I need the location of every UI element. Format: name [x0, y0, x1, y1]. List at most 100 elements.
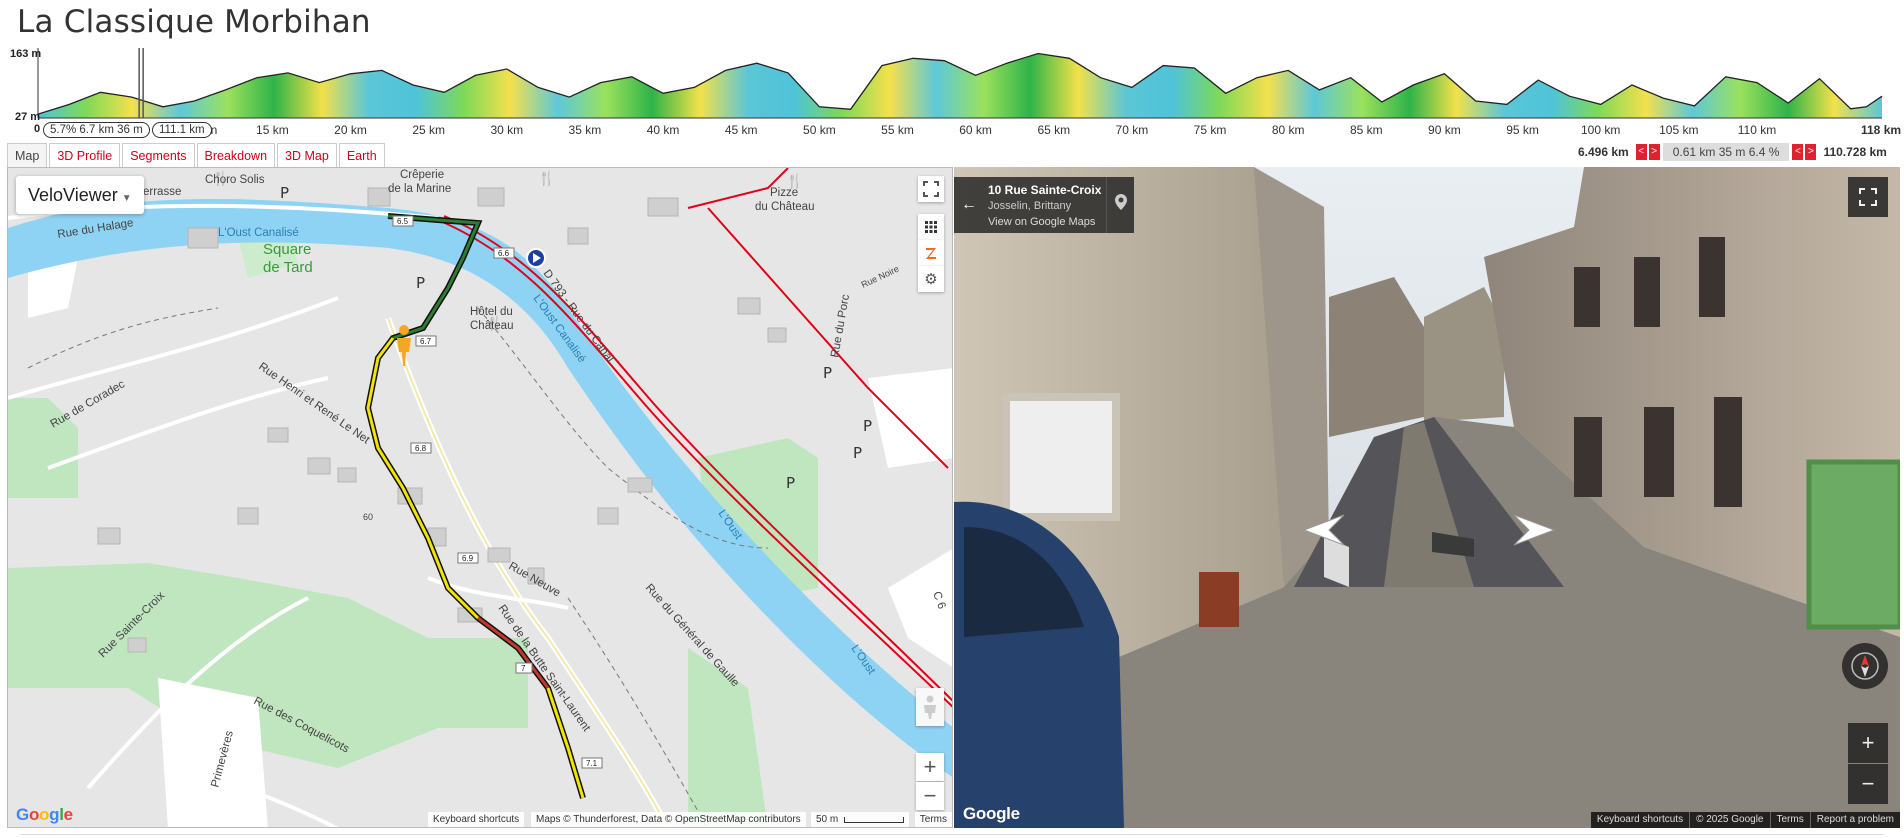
map-pin-icon: [1114, 194, 1127, 210]
segment-pill: 5.7% 6.7 km 36 m: [43, 122, 150, 138]
km-marker-label: 6.5: [397, 217, 409, 226]
km-tick-label: 15 km: [256, 123, 289, 137]
map-label: L'Oust Canalisé: [218, 227, 299, 239]
window-left: [1002, 393, 1120, 521]
range-summary: 0.61 km 35 m 6.4 %: [1662, 143, 1790, 161]
sv-google-logo: Google: [963, 804, 1020, 823]
back-arrow-icon[interactable]: ←: [954, 177, 984, 233]
sv-city: Josselin, Brittany: [988, 200, 1072, 212]
sv-zoom-in-button[interactable]: +: [1848, 723, 1888, 763]
km-marker-label: 6.9: [462, 554, 474, 563]
page-title: La Classique Morbihan: [17, 4, 371, 40]
sv-zoom-out-button[interactable]: −: [1848, 764, 1888, 804]
elevation-min-label: 27 m: [15, 111, 41, 123]
poi-p-icon: P: [823, 364, 832, 382]
km-tick-label: 75 km: [1193, 123, 1227, 137]
km-marker-label: 7.1: [586, 759, 598, 768]
scale-bar: [844, 816, 905, 823]
km-marker-label: 7: [521, 664, 526, 673]
sv-attribution: Keyboard shortcuts © 2025 Google Terms R…: [1590, 812, 1900, 828]
street-view-image[interactable]: [954, 167, 1900, 828]
map-white-area: [158, 678, 268, 827]
tab-map[interactable]: Map: [7, 143, 48, 168]
range-start: 6.496 km: [1578, 145, 1629, 159]
km-tick-label: 110 km: [1737, 123, 1777, 137]
km-label-suffix: n: [210, 123, 218, 137]
pegman-icon: [924, 695, 936, 719]
km-tick-label: 65 km: [1037, 123, 1071, 137]
chevron-down-icon: ▼: [121, 193, 132, 204]
map-provider-label: VeloViewer: [28, 185, 118, 205]
settings-button[interactable]: ⚙: [918, 266, 944, 292]
km-tick-label: 105 km: [1659, 123, 1699, 137]
map-label: de Tard: [263, 259, 313, 276]
map-label: du Château: [755, 201, 814, 213]
sv-copyright: © 2025 Google: [1689, 812, 1769, 828]
km-tick-label: 20 km: [334, 123, 367, 137]
km-tick-label: 100 km: [1581, 123, 1621, 137]
pegman-dropzone[interactable]: [916, 688, 944, 726]
map-label: Château: [470, 320, 513, 332]
tab-earth[interactable]: Earth: [338, 143, 385, 168]
view-on-google-maps-link[interactable]: View on Google Maps: [988, 216, 1095, 228]
plus-icon: +: [923, 754, 937, 779]
poi-p-icon: P: [863, 417, 872, 435]
km-tick-label: 70 km: [1115, 123, 1149, 137]
page-root: La Classique Morbihan 163 m 27 m 0 5.7% …: [0, 0, 1904, 838]
km-tick-label: 35 km: [568, 123, 602, 137]
sv-fullscreen-button[interactable]: [1848, 177, 1888, 217]
gear-icon: ⚙: [924, 271, 938, 288]
elevation-max-label: 163 m: [10, 48, 42, 60]
range-start-right-button[interactable]: >: [1648, 144, 1660, 160]
map-terms-link[interactable]: Terms: [914, 812, 952, 827]
fullscreen-icon: [923, 181, 939, 197]
z-logo-icon: [926, 248, 936, 259]
restaurant-icon: 🍴: [538, 170, 555, 187]
strava-button[interactable]: [918, 240, 944, 266]
km-tick-label: 95 km: [1506, 123, 1539, 137]
range-start-left-button[interactable]: <: [1635, 144, 1647, 160]
street-view[interactable]: ← 10 Rue Sainte-Croix Josselin, Brittany…: [954, 167, 1900, 828]
km-tick-label: 40 km: [646, 123, 680, 137]
range-end-left-button[interactable]: <: [1792, 144, 1804, 160]
elevation-start-label: 0: [34, 123, 41, 135]
sv-address: 10 Rue Sainte-Croix: [988, 183, 1102, 197]
map-label: Pizze: [770, 187, 798, 199]
grid-icon: [925, 221, 937, 233]
range-end-right-button[interactable]: >: [1805, 144, 1817, 160]
map-fullscreen-button[interactable]: [918, 176, 944, 202]
zoom-out-button[interactable]: −: [916, 782, 944, 810]
sv-terms-link[interactable]: Terms: [1769, 812, 1810, 828]
map-label: errasse: [143, 186, 181, 198]
map-label: de la Marine: [388, 183, 451, 195]
poi-p-icon: P: [280, 184, 289, 202]
sv-report-problem-link[interactable]: Report a problem: [1809, 812, 1900, 828]
tab-3d-map[interactable]: 3D Map: [277, 143, 337, 168]
door-panel: [1199, 572, 1239, 627]
zoom-in-button[interactable]: +: [916, 753, 944, 781]
map-data-attribution: Maps © Thunderforest, Data © OpenStreetM…: [531, 812, 806, 827]
tab-segments[interactable]: Segments: [122, 143, 195, 168]
route-map[interactable]: 6.5 6.6 6.7 6.8 6.9 7 7.1 P P P P P P 🍴 …: [7, 167, 953, 828]
sv-keyboard-shortcuts[interactable]: Keyboard shortcuts: [1591, 812, 1689, 828]
google-logo: Google: [16, 805, 73, 824]
tab-breakdown[interactable]: Breakdown: [196, 143, 276, 168]
map-canvas[interactable]: 6.5 6.6 6.7 6.8 6.9 7 7.1 P P P P P P 🍴 …: [8, 168, 953, 828]
plus-icon: +: [1861, 730, 1875, 755]
km-tick-label: 55 km: [881, 123, 914, 137]
map-provider-dropdown[interactable]: VeloViewer ▼: [16, 176, 144, 214]
view-tabs: Map 3D Profile Segments Breakdown 3D Map…: [7, 143, 387, 168]
km-tick-label: 45 km: [724, 123, 758, 137]
map-keyboard-shortcuts[interactable]: Keyboard shortcuts: [428, 812, 525, 827]
km-marker-label: 6.7: [420, 337, 432, 346]
compass-button[interactable]: [1842, 643, 1888, 689]
location-pin-icon[interactable]: [1106, 177, 1134, 233]
km-tick-label: 50 km: [803, 123, 836, 137]
layers-button[interactable]: [918, 214, 944, 240]
tab-3d-profile[interactable]: 3D Profile: [49, 143, 121, 168]
map-scale: 50 m: [811, 812, 910, 827]
poi-p-icon: P: [786, 474, 795, 492]
map-scale-label: 50 m: [816, 814, 839, 825]
distance-pill: 111.1 km: [152, 122, 212, 138]
map-label: Square: [263, 241, 311, 258]
